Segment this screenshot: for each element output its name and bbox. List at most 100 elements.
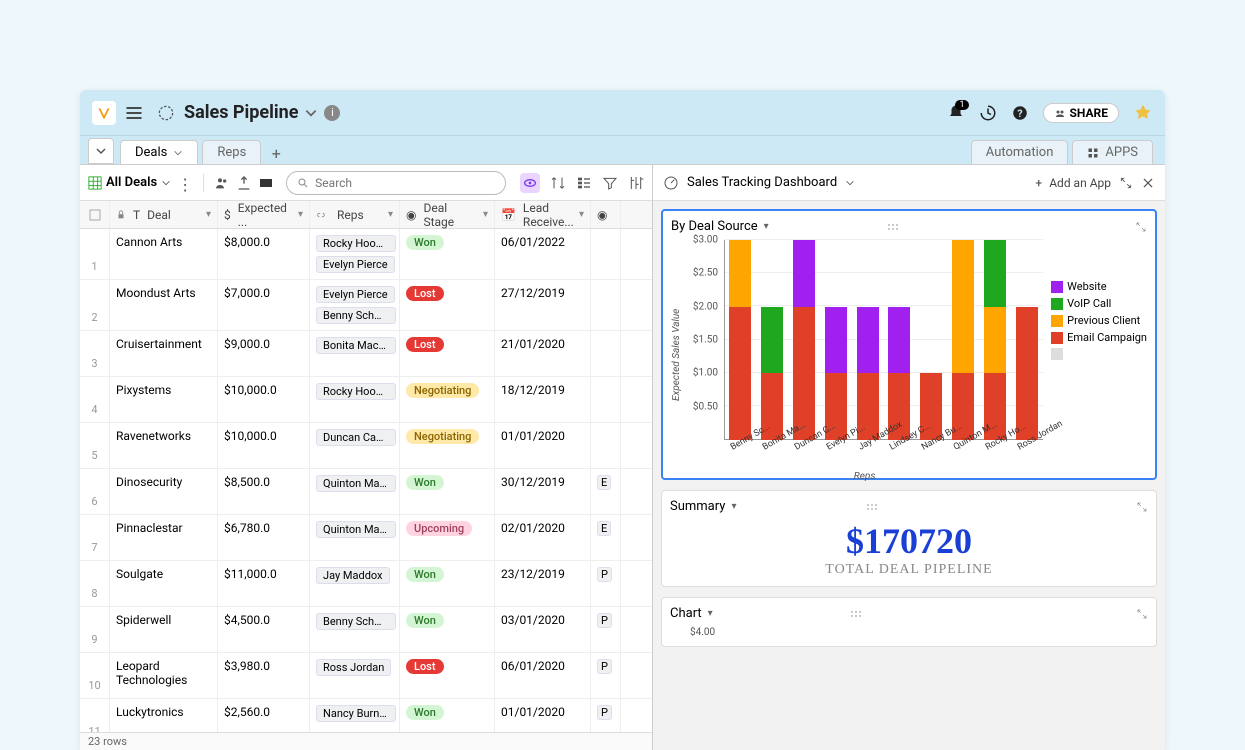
summary-card[interactable]: Summary▾ $170720 TOTAL DEAL PIPELINE (661, 490, 1157, 587)
cell-date[interactable]: 02/01/2020 (495, 515, 591, 560)
cell-date[interactable]: 06/01/2022 (495, 229, 591, 279)
cell-overflow[interactable]: P (591, 653, 621, 698)
legend-item[interactable] (1051, 348, 1147, 360)
group-icon[interactable] (576, 175, 592, 191)
cell-expected[interactable]: $3,980.0 (218, 653, 310, 698)
cell-date[interactable]: 27/12/2019 (495, 280, 591, 330)
bar[interactable] (729, 240, 751, 440)
cell-reps[interactable]: Evelyn Pierce Benny Schwartz (310, 280, 400, 330)
cell-deal[interactable]: Spiderwell (110, 607, 218, 652)
cell-expected[interactable]: $11,000.0 (218, 561, 310, 606)
rep-chip[interactable]: Evelyn Pierce (316, 256, 395, 273)
bar[interactable] (1016, 307, 1038, 440)
cell-expected[interactable]: $4,500.0 (218, 607, 310, 652)
table-row[interactable]: 9Spiderwell$4,500.0Benny SchwartzWon03/0… (80, 607, 652, 653)
cell-reps[interactable]: Quinton Marti... (310, 515, 400, 560)
cell-reps[interactable]: Jay Maddox (310, 561, 400, 606)
cell-overflow[interactable] (591, 280, 621, 330)
cell-overflow[interactable] (591, 423, 621, 468)
info-icon[interactable]: i (324, 105, 340, 121)
cell-reps[interactable]: Rocky Hooper Evelyn Pierce (310, 229, 400, 279)
cell-expected[interactable]: $7,000.0 (218, 280, 310, 330)
search-input[interactable] (315, 176, 495, 190)
cell-date[interactable]: 06/01/2020 (495, 653, 591, 698)
help-icon[interactable]: ? (1011, 104, 1029, 122)
drag-handle-icon[interactable] (886, 223, 900, 231)
cell-expected[interactable]: $10,000.0 (218, 423, 310, 468)
cell-stage[interactable]: Lost (400, 653, 495, 698)
chevron-down-icon[interactable] (845, 178, 855, 188)
drag-handle-icon[interactable] (865, 503, 879, 511)
cell-date[interactable]: 23/12/2019 (495, 561, 591, 606)
table-row[interactable]: 8Soulgate$11,000.0Jay MaddoxWon23/12/201… (80, 561, 652, 607)
table-row[interactable]: 5Ravenetworks$10,000.0Duncan CastroNegot… (80, 423, 652, 469)
notifications-button[interactable]: 1 (947, 104, 965, 122)
cell-expected[interactable]: $6,780.0 (218, 515, 310, 560)
cell-stage[interactable]: Won (400, 561, 495, 606)
rep-chip[interactable]: Evelyn Pierce (316, 286, 395, 303)
menu-icon[interactable] (124, 103, 144, 123)
table-row[interactable]: 2Moondust Arts$7,000.0Evelyn PierceBenny… (80, 280, 652, 331)
expand-sidebar-toggle[interactable] (88, 138, 114, 164)
highlight-toggle[interactable] (520, 173, 540, 193)
cell-expected[interactable]: $8,500.0 (218, 469, 310, 514)
cell-stage[interactable]: Lost (400, 331, 495, 376)
cell-stage[interactable]: Upcoming (400, 515, 495, 560)
cell-stage[interactable]: Won (400, 607, 495, 652)
cell-reps[interactable]: Nancy Burnett (310, 699, 400, 732)
col-stage-header[interactable]: ◉ Deal Stage▾ (400, 201, 495, 228)
table-row[interactable]: 1Cannon Arts$8,000.0Rocky HooperEvelyn P… (80, 229, 652, 280)
expand-card-icon[interactable] (1136, 608, 1148, 620)
table-row[interactable]: 3Cruisertainment$9,000.0Bonita Macdo...L… (80, 331, 652, 377)
table-row[interactable]: 10Leopard Technologies$3,980.0Ross Jorda… (80, 653, 652, 699)
add-tab-button[interactable]: + (265, 142, 287, 164)
close-dashboard-icon[interactable] (1141, 176, 1155, 190)
filter-icon[interactable] (602, 175, 618, 191)
more-icon[interactable]: ⋮ (177, 175, 193, 191)
cell-stage[interactable]: Negotiating (400, 423, 495, 468)
cell-reps[interactable]: Ross Jordan (310, 653, 400, 698)
cell-date[interactable]: 18/12/2019 (495, 377, 591, 422)
cell-date[interactable]: 30/12/2019 (495, 469, 591, 514)
cell-reps[interactable]: Benny Schwartz (310, 607, 400, 652)
bar[interactable] (761, 307, 783, 440)
cell-expected[interactable]: $2,560.0 (218, 699, 310, 732)
drag-handle-icon[interactable] (849, 610, 863, 618)
customize-icon[interactable] (628, 175, 644, 191)
tab-reps[interactable]: Reps (202, 140, 261, 164)
rep-chip[interactable]: Jay Maddox (316, 567, 390, 584)
cell-deal[interactable]: Cannon Arts (110, 229, 218, 279)
bar[interactable] (793, 240, 815, 440)
apps-tab[interactable]: APPS (1072, 140, 1153, 164)
cell-deal[interactable]: Ravenetworks (110, 423, 218, 468)
col-deal-header[interactable]: T Deal▾ (110, 201, 218, 228)
bar[interactable] (984, 240, 1006, 440)
table-row[interactable]: 7Pinnaclestar$6,780.0Quinton Marti...Upc… (80, 515, 652, 561)
summary-card-title[interactable]: Summary (670, 499, 725, 514)
automation-tab[interactable]: Automation (971, 140, 1069, 164)
share-button[interactable]: SHARE (1043, 103, 1119, 123)
cell-stage[interactable]: Lost (400, 280, 495, 330)
export-icon[interactable] (236, 175, 252, 191)
cell-expected[interactable]: $10,000.0 (218, 377, 310, 422)
rep-chip[interactable]: Rocky Hooper (316, 235, 396, 252)
cell-stage[interactable]: Won (400, 699, 495, 732)
search-box[interactable] (286, 171, 506, 195)
view-selector[interactable]: All Deals (88, 175, 171, 190)
col-lead-header[interactable]: 📅 Lead Receive...▾ (495, 201, 591, 228)
add-app-button[interactable]: + Add an App (1035, 176, 1111, 190)
cell-stage[interactable]: Won (400, 469, 495, 514)
cell-overflow[interactable]: P (591, 561, 621, 606)
rep-chip[interactable]: Benny Schwartz (316, 307, 396, 324)
cell-deal[interactable]: Dinosecurity (110, 469, 218, 514)
legend-item[interactable]: Website (1051, 280, 1147, 293)
expand-card-icon[interactable] (1135, 221, 1147, 233)
expand-dashboard-icon[interactable] (1119, 176, 1133, 190)
legend-item[interactable]: Email Campaign (1051, 331, 1147, 344)
user-app-icon[interactable] (1133, 103, 1153, 123)
cell-overflow[interactable] (591, 229, 621, 279)
cell-reps[interactable]: Bonita Macdo... (310, 331, 400, 376)
chart-card-deal-source[interactable]: By Deal Source▾ Expected Sales Value $0.… (661, 209, 1157, 480)
cell-deal[interactable]: Soulgate (110, 561, 218, 606)
cell-expected[interactable]: $9,000.0 (218, 331, 310, 376)
